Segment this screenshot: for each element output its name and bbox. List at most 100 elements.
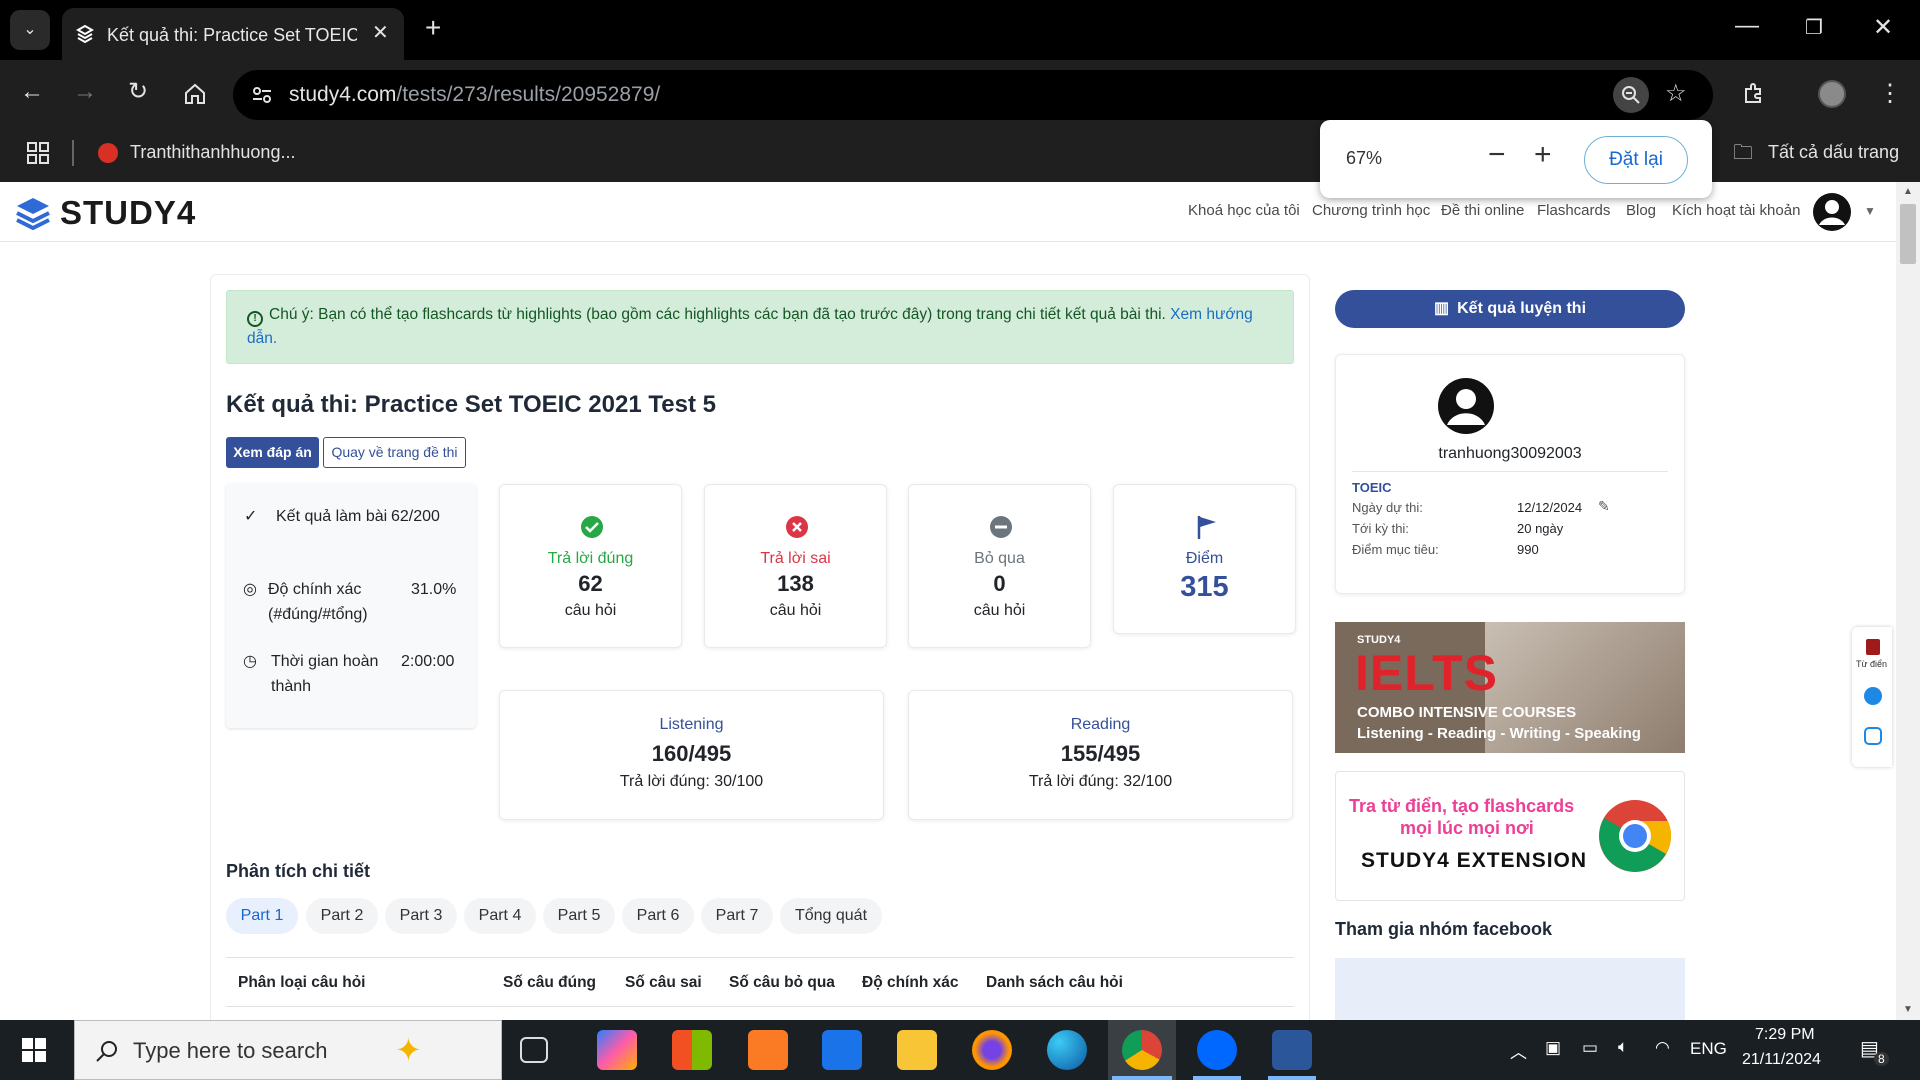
ext-line3: STUDY4 EXTENSION [1361,849,1588,872]
dictionary-label: Từ điển [1856,659,1888,669]
tab-close-icon[interactable]: ✕ [372,21,389,45]
zalo-icon[interactable] [1864,727,1882,745]
address-bar[interactable]: study4.com/tests/273/results/20952879/ ☆ [233,70,1713,120]
tab-part-5[interactable]: Part 5 [543,898,615,934]
zoom-percent: 67% [1346,148,1383,168]
tab-part-2[interactable]: Part 2 [306,898,378,934]
apps-grid-icon[interactable] [27,142,49,164]
nav-activate-account[interactable]: Kích hoạt tài khoản [1672,202,1800,219]
word-icon[interactable] [1272,1030,1312,1070]
profile-card: tranhuong30092003 TOEIC Ngày dự thi: 12/… [1335,354,1685,594]
mail-icon[interactable] [822,1030,862,1070]
messenger-icon[interactable] [1864,687,1882,705]
scroll-down-icon[interactable]: ▼ [1903,1004,1913,1015]
extension-ad-banner[interactable]: Tra từ điển, tạo flashcards mọi lúc mọi … [1335,771,1685,901]
zoom-icon[interactable] [1613,77,1649,113]
tab-overall[interactable]: Tổng quát [780,898,882,934]
notice-text: Chú ý: Bạn có thể tạo flashcards từ high… [269,306,1166,323]
ielts-ad-banner[interactable]: STUDY4 IELTS COMBO INTENSIVE COURSES Lis… [1335,622,1685,753]
user-menu-chevron-icon[interactable]: ▼ [1864,204,1876,218]
flashcard-notice: ! Chú ý: Bạn có thể tạo flashcards từ hig… [226,290,1294,364]
wifi-icon[interactable]: ◠ [1655,1038,1670,1058]
tab-part-1[interactable]: Part 1 [226,898,298,934]
user-avatar-icon[interactable] [1812,192,1852,232]
new-tab-icon[interactable]: + [425,14,441,42]
tray-apps-icon[interactable]: ▣ [1545,1038,1561,1058]
firefox-icon[interactable] [972,1030,1012,1070]
chrome-menu-icon[interactable]: ⋮ [1878,82,1902,106]
bookmark-divider [72,140,74,166]
bookmark-star-icon[interactable]: ☆ [1665,82,1687,106]
file-explorer-icon[interactable] [897,1030,937,1070]
back-to-test-button[interactable]: Quay về trang đề thi [323,437,466,468]
restore-icon[interactable]: ❐ [1805,16,1823,40]
stat-value: 0 [993,571,1006,596]
nav-online-tests[interactable]: Đề thi online [1441,202,1524,219]
clock-date[interactable]: 21/11/2024 [1742,1051,1821,1069]
scroll-up-icon[interactable]: ▲ [1903,186,1913,197]
window-close-icon[interactable]: ✕ [1873,16,1893,40]
zoom-in-button[interactable]: + [1534,140,1552,170]
view-answers-button[interactable]: Xem đáp án [226,437,319,468]
zoom-reset-button[interactable]: Đặt lại [1584,136,1688,184]
tab-part-4[interactable]: Part 4 [464,898,536,934]
floating-tools: Từ điển [1852,627,1892,767]
site-logo[interactable]: STUDY4 [60,194,196,232]
clock-time[interactable]: 7:29 PM [1755,1026,1815,1044]
nav-flashcards[interactable]: Flashcards [1537,202,1610,219]
bookmark-profile-link[interactable]: Tranthithanhhuong... [130,142,295,163]
tab-search-icon[interactable]: ⌄ [10,10,50,50]
minimize-icon[interactable]: — [1735,14,1759,38]
col-correct: Số câu đúng [503,974,596,991]
bookmark-favicon-icon [98,143,118,163]
days-left-value: 20 ngày [1517,521,1564,536]
site-info-icon[interactable] [251,84,273,106]
forward-icon[interactable]: → [73,80,97,104]
tab-part-6[interactable]: Part 6 [622,898,694,934]
edit-pencil-icon[interactable]: ✎ [1598,498,1610,515]
extensions-icon[interactable] [1742,81,1766,105]
language-indicator[interactable]: ENG [1690,1039,1727,1059]
nav-my-courses[interactable]: Khoá học của tôi [1188,202,1300,219]
edge-icon[interactable] [1047,1030,1087,1070]
nav-programs[interactable]: Chương trình học [1312,202,1430,219]
page-scrollbar[interactable]: ▲ ▼ [1896,182,1920,1020]
reload-icon[interactable]: ↻ [128,80,148,104]
back-icon[interactable]: ← [20,80,44,104]
search-sparkle-icon: ✦ [395,1032,422,1068]
practice-results-button[interactable]: ▥ Kết quả luyện thi [1335,290,1685,328]
ext-line2: mọi lúc mọi nơi [1400,818,1534,838]
tray-chevron-icon[interactable]: ︿ [1510,1038,1527,1063]
task-view-icon[interactable] [520,1037,548,1063]
copilot-icon[interactable] [597,1030,637,1070]
dictionary-icon[interactable] [1866,639,1880,655]
all-bookmarks-link[interactable]: Tất cả dấu trang [1768,142,1899,163]
web-page: STUDY4 Khoá học của tôi Chương trình học… [0,182,1920,1020]
zalo-taskbar-icon[interactable] [1197,1030,1237,1070]
study4-logo-icon[interactable] [14,196,52,230]
xampp-icon[interactable] [748,1030,788,1070]
tab-part-7[interactable]: Part 7 [701,898,773,934]
tab-bar: ⌄ Kết quả thi: Practice Set TOEIC 2021 T… [0,0,1920,60]
ms-store-icon[interactable] [672,1030,712,1070]
windows-start-icon[interactable] [22,1038,46,1062]
chrome-taskbar-icon [1122,1030,1162,1070]
wrong-x-icon [786,516,808,538]
zalo-running-indicator [1193,1076,1241,1080]
stat-wrong-card: Trả lời sai 138 câu hỏi [704,484,887,648]
nav-blog[interactable]: Blog [1626,202,1656,219]
home-icon[interactable] [183,82,207,106]
scroll-thumb[interactable] [1900,204,1916,264]
result-summary: ✓ Kết quả làm bài 62/200 ◎ Độ chính xác … [226,484,476,728]
zoom-out-button[interactable]: − [1488,140,1506,170]
stat-value: 138 [777,571,814,596]
taskbar-search-box[interactable]: Type here to search ✦ [74,1020,502,1080]
volume-icon[interactable]: 🔈︎ [1618,1037,1628,1057]
active-tab[interactable]: Kết quả thi: Practice Set TOEIC 2021 Tes… [62,8,404,60]
battery-icon[interactable]: ▭ [1582,1038,1598,1058]
ext-line1: Tra từ điển, tạo flashcards [1349,796,1575,816]
chrome-running-indicator [1112,1076,1172,1080]
tab-part-3[interactable]: Part 3 [385,898,457,934]
profile-avatar[interactable] [1818,80,1846,108]
facebook-group-image[interactable] [1335,958,1685,1020]
